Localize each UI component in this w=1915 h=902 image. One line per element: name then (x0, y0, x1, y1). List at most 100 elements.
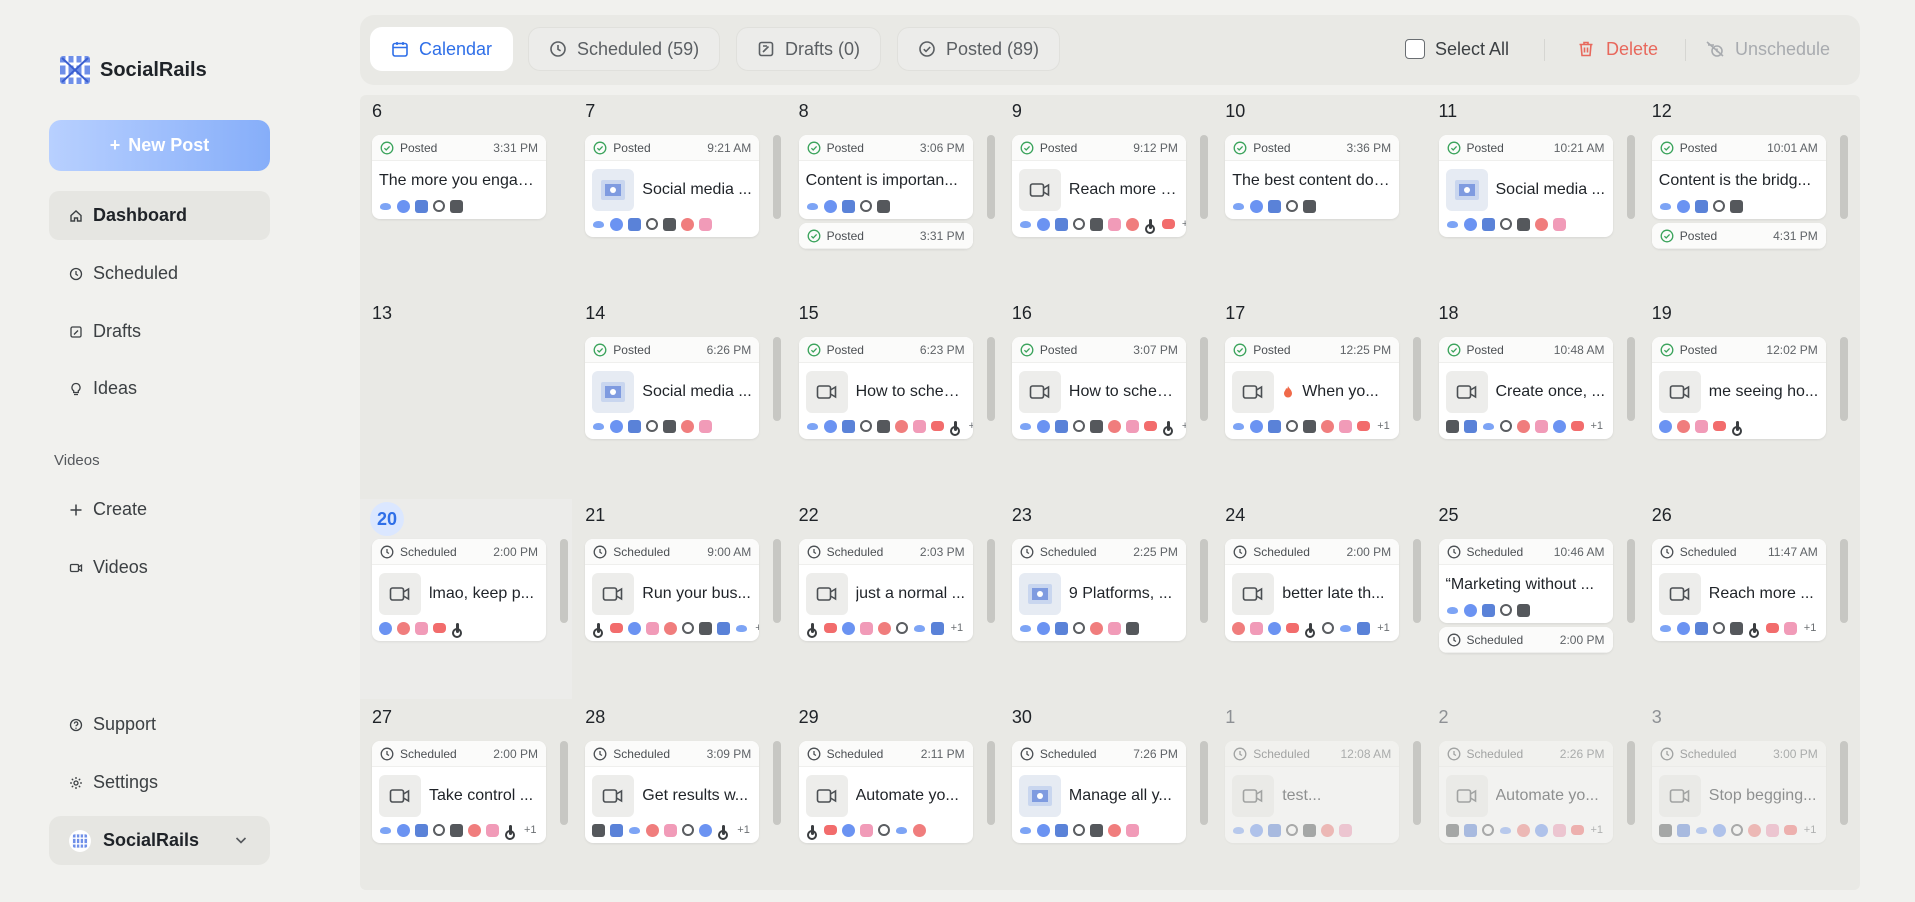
day-scrollbar[interactable] (1839, 135, 1848, 219)
sidebar-item-settings[interactable]: Settings (49, 758, 270, 807)
day-scrollbar[interactable] (1199, 741, 1208, 825)
day-scrollbar[interactable] (1626, 337, 1635, 421)
day-scrollbar[interactable] (986, 741, 995, 825)
calendar-day-cell[interactable]: 30 Scheduled 7:26 PM Manage all y... (1000, 701, 1212, 890)
post-card[interactable]: Scheduled 2:00 PM (1438, 627, 1613, 653)
calendar-day-cell[interactable]: 21 Scheduled 9:00 AM Run your bus... +1 (573, 499, 785, 699)
day-scrollbar[interactable] (1626, 539, 1635, 623)
calendar-day-cell[interactable]: 3 Scheduled 3:00 PM Stop begging... +1 (1640, 701, 1852, 890)
post-card[interactable]: Posted 12:25 PM When yo... +1 (1225, 337, 1400, 439)
post-card[interactable]: Scheduled 3:09 PM Get results w... +1 (585, 741, 760, 843)
calendar-day-cell[interactable]: 27 Scheduled 2:00 PM Take control ... +1 (360, 701, 572, 890)
day-scrollbar[interactable] (1839, 741, 1848, 825)
sidebar-item-ideas[interactable]: Ideas (49, 364, 270, 413)
post-card[interactable]: Scheduled 2:03 PM just a normal ... +1 (798, 539, 973, 641)
day-scrollbar[interactable] (986, 135, 995, 219)
calendar-day-cell[interactable]: 23 Scheduled 2:25 PM 9 Platforms, ... (1000, 499, 1212, 699)
post-card[interactable]: Scheduled 7:26 PM Manage all y... (1011, 741, 1186, 843)
calendar-day-cell[interactable]: 2 Scheduled 2:26 PM Automate yo... +1 (1427, 701, 1639, 890)
post-card[interactable]: Scheduled 2:11 PM Automate yo... (798, 741, 973, 843)
post-card[interactable]: Posted 10:21 AM Social media ... (1438, 135, 1613, 237)
calendar-day-cell[interactable]: 14 Posted 6:26 PM Social media ... (573, 297, 785, 497)
post-card[interactable]: Scheduled 11:47 AM Reach more ... +1 (1651, 539, 1826, 641)
post-card[interactable]: Scheduled 2:00 PM better late th... +1 (1225, 539, 1400, 641)
day-scrollbar[interactable] (1626, 741, 1635, 825)
sidebar-item-drafts[interactable]: Drafts (49, 307, 270, 356)
calendar-day-cell[interactable]: 12 Posted 10:01 AM Content is the bridg... P… (1640, 95, 1852, 295)
calendar-day-cell[interactable]: 19 Posted 12:02 PM me seeing ho... (1640, 297, 1852, 497)
post-card[interactable]: Scheduled 2:00 PM Take control ... +1 (372, 741, 546, 843)
day-scrollbar[interactable] (773, 135, 782, 219)
unschedule-button[interactable]: Unschedule (1705, 27, 1830, 71)
app-logo[interactable]: SocialRails (58, 54, 207, 86)
post-card[interactable]: Posted 6:26 PM Social media ... (585, 337, 760, 439)
day-scrollbar[interactable] (1839, 539, 1848, 623)
new-post-button[interactable]: + New Post (49, 120, 270, 171)
day-scrollbar[interactable] (1199, 337, 1208, 421)
day-scrollbar[interactable] (560, 539, 568, 623)
sidebar-item-scheduled[interactable]: Scheduled (49, 249, 270, 298)
day-scrollbar[interactable] (1413, 539, 1422, 623)
post-card[interactable]: Posted 9:12 PM Reach more p... +1 (1011, 135, 1186, 237)
select-all-checkbox[interactable]: Select All (1405, 27, 1509, 71)
calendar-day-cell[interactable]: 18 Posted 10:48 AM Create once, ... +1 (1427, 297, 1639, 497)
post-card[interactable]: Scheduled 9:00 AM Run your bus... +1 (585, 539, 760, 641)
post-card[interactable]: Posted 3:31 PM (798, 223, 973, 249)
day-scrollbar[interactable] (1413, 337, 1422, 421)
sidebar-item-dashboard[interactable]: Dashboard (49, 191, 270, 240)
calendar-day-cell[interactable]: 8 Posted 3:06 PM Content is importan... Post… (787, 95, 999, 295)
calendar-day-cell[interactable]: 17 Posted 12:25 PM When yo... +1 (1213, 297, 1425, 497)
post-card[interactable]: Posted 12:02 PM me seeing ho... (1651, 337, 1826, 439)
delete-button[interactable]: Delete (1576, 27, 1658, 71)
calendar-day-cell[interactable]: 9 Posted 9:12 PM Reach more p... +1 (1000, 95, 1212, 295)
tab-calendar[interactable]: Calendar (370, 27, 514, 71)
calendar-day-cell[interactable]: 6 Posted 3:31 PM The more you engag... (360, 95, 572, 295)
post-card[interactable]: Scheduled 2:25 PM 9 Platforms, ... (1011, 539, 1186, 641)
post-card[interactable]: Scheduled 12:08 AM test... (1225, 741, 1400, 843)
day-scrollbar[interactable] (986, 337, 995, 421)
tab-posted[interactable]: Posted (89) (897, 27, 1061, 71)
post-card[interactable]: Posted 3:31 PM The more you engag... (372, 135, 546, 219)
post-card[interactable]: Posted 9:21 AM Social media ... (585, 135, 760, 237)
post-card[interactable]: Posted 3:36 PM The best content doe... (1225, 135, 1400, 219)
calendar-day-cell[interactable]: 10 Posted 3:36 PM The best content doe... (1213, 95, 1425, 295)
post-card[interactable]: Scheduled 2:26 PM Automate yo... +1 (1438, 741, 1613, 843)
calendar-day-cell[interactable]: 7 Posted 9:21 AM Social media ... (573, 95, 785, 295)
post-card[interactable]: Posted 10:48 AM Create once, ... +1 (1438, 337, 1613, 439)
calendar-day-cell[interactable]: 13 (360, 297, 572, 497)
sidebar-item-videos[interactable]: Videos (49, 543, 270, 592)
calendar-day-cell[interactable]: 15 Posted 6:23 PM How to sched... +1 (787, 297, 999, 497)
day-scrollbar[interactable] (773, 741, 782, 825)
day-scrollbar[interactable] (1199, 135, 1208, 219)
post-card[interactable]: Scheduled 10:46 AM “Marketing without ... (1438, 539, 1613, 623)
calendar-day-cell[interactable]: 26 Scheduled 11:47 AM Reach more ... +1 (1640, 499, 1852, 699)
post-card[interactable]: Posted 4:31 PM (1651, 223, 1826, 249)
day-scrollbar[interactable] (1413, 741, 1422, 825)
calendar-day-cell[interactable]: 22 Scheduled 2:03 PM just a normal ... +1 (787, 499, 999, 699)
account-switcher[interactable]: SocialRails (49, 816, 270, 865)
calendar-day-cell[interactable]: 16 Posted 3:07 PM How to sched... +1 (1000, 297, 1212, 497)
post-card[interactable]: Posted 3:06 PM Content is importan... (798, 135, 973, 219)
day-scrollbar[interactable] (560, 741, 568, 825)
sidebar-item-create[interactable]: Create (49, 485, 270, 534)
calendar-day-cell[interactable]: 25 Scheduled 10:46 AM “Marketing without ..… (1427, 499, 1639, 699)
calendar-day-cell[interactable]: 29 Scheduled 2:11 PM Automate yo... (787, 701, 999, 890)
calendar-day-cell[interactable]: 24 Scheduled 2:00 PM better late th... +1 (1213, 499, 1425, 699)
post-card[interactable]: Posted 10:01 AM Content is the bridg... (1651, 135, 1826, 219)
post-card[interactable]: Posted 3:07 PM How to sched... +1 (1011, 337, 1186, 439)
calendar-day-cell[interactable]: 20 Scheduled 2:00 PM lmao, keep p... (360, 499, 572, 699)
sidebar-item-support[interactable]: Support (49, 700, 270, 749)
day-scrollbar[interactable] (986, 539, 995, 623)
day-scrollbar[interactable] (1839, 337, 1848, 421)
day-scrollbar[interactable] (1199, 539, 1208, 623)
tab-drafts[interactable]: Drafts (0) (736, 27, 882, 71)
post-card[interactable]: Posted 6:23 PM How to sched... +1 (798, 337, 973, 439)
calendar-day-cell[interactable]: 28 Scheduled 3:09 PM Get results w... +1 (573, 701, 785, 890)
tab-scheduled[interactable]: Scheduled (59) (528, 27, 721, 71)
calendar-day-cell[interactable]: 11 Posted 10:21 AM Social media ... (1427, 95, 1639, 295)
calendar-day-cell[interactable]: 1 Scheduled 12:08 AM test... (1213, 701, 1425, 890)
post-card[interactable]: Scheduled 3:00 PM Stop begging... +1 (1651, 741, 1826, 843)
day-scrollbar[interactable] (773, 337, 782, 421)
day-scrollbar[interactable] (1626, 135, 1635, 219)
post-card[interactable]: Scheduled 2:00 PM lmao, keep p... (372, 539, 546, 641)
